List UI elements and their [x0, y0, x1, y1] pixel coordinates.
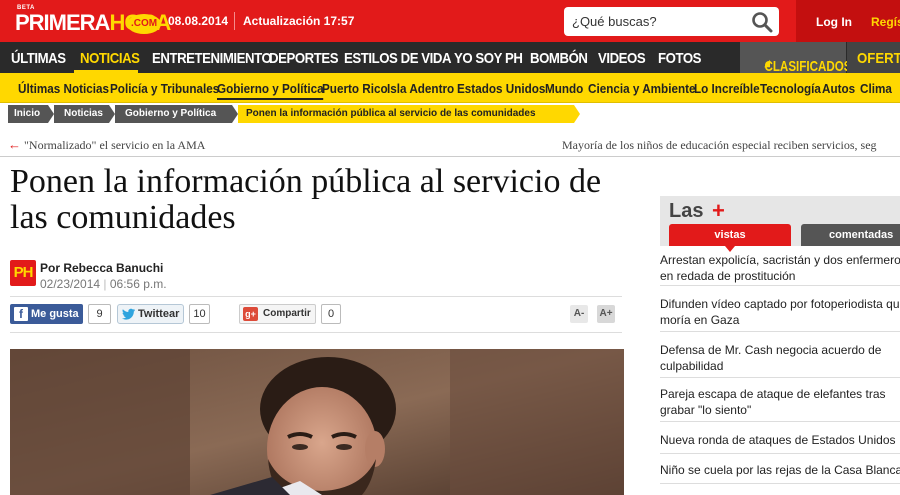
breadcrumb-noticias[interactable]: Noticias	[54, 105, 115, 123]
subnav-item-gobierno-politica[interactable]: Gobierno y Política	[217, 81, 324, 100]
subnav-item-lo-increible[interactable]: Lo Increíble	[694, 81, 760, 96]
google-plus-share-button[interactable]: g+ Compartir	[239, 304, 316, 324]
subnav-item-tecnologia[interactable]: Tecnología	[760, 81, 821, 96]
list-item[interactable]: Nueva ronda de ataques de Estados Unidos	[660, 432, 900, 454]
nav-item-entretenimiento[interactable]: ENTRETENIMIENTO	[152, 50, 272, 67]
tab-most-viewed[interactable]: vistas	[669, 224, 791, 246]
nav-item-yo-soy-ph[interactable]: YO SOY PH	[454, 50, 523, 67]
nav-item-fotos[interactable]: FOTOS	[658, 50, 701, 67]
article-time: 06:56 p.m.	[109, 277, 167, 291]
nav-item-estilos-de-vida[interactable]: ESTILOS DE VIDA	[344, 50, 452, 67]
breadcrumb-gobierno-politica[interactable]: Gobierno y Política	[115, 105, 238, 123]
header-divider	[234, 12, 235, 30]
article-photo-image	[10, 349, 624, 495]
ph-author-logo: PH	[10, 260, 36, 286]
list-item[interactable]: Difunden vídeo captado por fotoperiodist…	[660, 296, 900, 332]
section-subnav: Últimas Noticias Policía y Tribunales Go…	[0, 73, 900, 103]
next-article-link[interactable]: Mayoría de los niños de educación especi…	[562, 138, 877, 153]
subnav-item-isla-adentro[interactable]: Isla Adentro	[387, 81, 454, 96]
list-item[interactable]: Defensa de Mr. Cash negocia acuerdo de c…	[660, 342, 900, 378]
subnav-item-autos[interactable]: Autos	[822, 81, 855, 96]
logo-dotcom: .COM	[127, 14, 161, 34]
like-count: 9	[88, 304, 111, 324]
facebook-like-button[interactable]: f Me gusta	[10, 304, 83, 324]
nav-item-bombon[interactable]: BOMBÓN	[530, 50, 588, 67]
offers-link[interactable]: OFERTAS	[847, 42, 900, 73]
nav-item-videos[interactable]: VIDEOS	[598, 50, 646, 67]
search-input[interactable]	[572, 13, 742, 30]
nav-item-deportes[interactable]: DEPORTES	[269, 50, 339, 67]
subnav-item-ciencia-ambiente[interactable]: Ciencia y Ambiente	[588, 81, 696, 96]
register-link[interactable]: Regís	[871, 15, 900, 29]
top-bar: BETA PRIMERAHORA .COM 08.08.2014 Actuali…	[0, 0, 900, 42]
most-popular-header: Las + vistas comentadas	[660, 196, 900, 252]
subnav-item-mundo[interactable]: Mundo	[545, 81, 583, 96]
list-item[interactable]: Arrestan expolicía, sacristán y dos enfe…	[660, 252, 900, 286]
breadcrumb-current: Ponen la información pública al servicio…	[238, 105, 580, 123]
subnav-item-puerto-rico[interactable]: Puerto Rico	[322, 81, 388, 96]
article-headline: Ponen la información pública al servicio…	[10, 163, 602, 236]
offers-label: OFERTAS	[857, 50, 900, 67]
plus-icon: +	[712, 198, 725, 223]
previous-article-link[interactable]: "Normalizado" el servicio en la AMA	[24, 138, 205, 153]
breadcrumb-home[interactable]: Inicio	[8, 105, 54, 123]
article-timestamp: 02/23/2014 | 06:56 p.m.	[40, 277, 167, 291]
subnav-item-estados-unidos[interactable]: Estados Unidos	[457, 81, 545, 96]
article-author[interactable]: Por Rebecca Banuchi	[40, 261, 163, 275]
last-update: Actualización 17:57	[243, 14, 355, 28]
font-decrease-button[interactable]: A-	[570, 305, 588, 323]
divider	[10, 332, 622, 333]
search-box	[564, 7, 779, 36]
article-photo[interactable]	[10, 349, 624, 495]
list-item[interactable]: Niño se cuela por las rejas de la Casa B…	[660, 462, 900, 484]
google-plus-icon: g+	[243, 307, 258, 321]
font-increase-button[interactable]: A+	[597, 305, 615, 323]
subnav-item-clima[interactable]: Clima	[860, 81, 892, 96]
share-count: 0	[321, 304, 341, 324]
most-popular-title: Las	[669, 200, 704, 222]
twitter-bird-icon	[122, 308, 135, 320]
divider	[10, 296, 622, 297]
article-date: 02/23/2014	[40, 277, 101, 291]
account-area: Log In Regís	[796, 0, 900, 42]
search-icon[interactable]	[751, 11, 773, 33]
current-date: 08.08.2014	[168, 14, 229, 28]
twitter-tweet-button[interactable]: Twittear	[117, 304, 184, 324]
nav-item-ultimas[interactable]: ÚLTIMAS	[11, 50, 66, 67]
list-item[interactable]: Pareja escapa de ataque de elefantes tra…	[660, 386, 900, 422]
tab-most-commented[interactable]: comentadas	[801, 224, 900, 246]
subnav-item-policia-tribunales[interactable]: Policía y Tribunales	[110, 81, 219, 96]
tweet-count: 10	[189, 304, 210, 324]
facebook-icon: f	[14, 307, 28, 321]
chevron-down-icon: ◢	[764, 58, 770, 68]
article-navigation: ← "Normalizado" el servicio en la AMA Ma…	[0, 131, 900, 157]
login-link[interactable]: Log In	[816, 15, 852, 29]
most-popular-sidebar: Las + vistas comentadas Arrestan expolic…	[660, 196, 900, 495]
subnav-item-ultimas-noticias[interactable]: Últimas Noticias	[18, 81, 109, 96]
nav-item-noticias[interactable]: NOTICIAS	[80, 50, 140, 67]
main-nav: ÚLTIMAS NOTICIAS ENTRETENIMIENTO DEPORTE…	[0, 42, 900, 75]
classifieds-menu[interactable]: CLASIFICADOS ◢	[740, 42, 852, 75]
arrow-left-icon[interactable]: ←	[8, 137, 21, 152]
